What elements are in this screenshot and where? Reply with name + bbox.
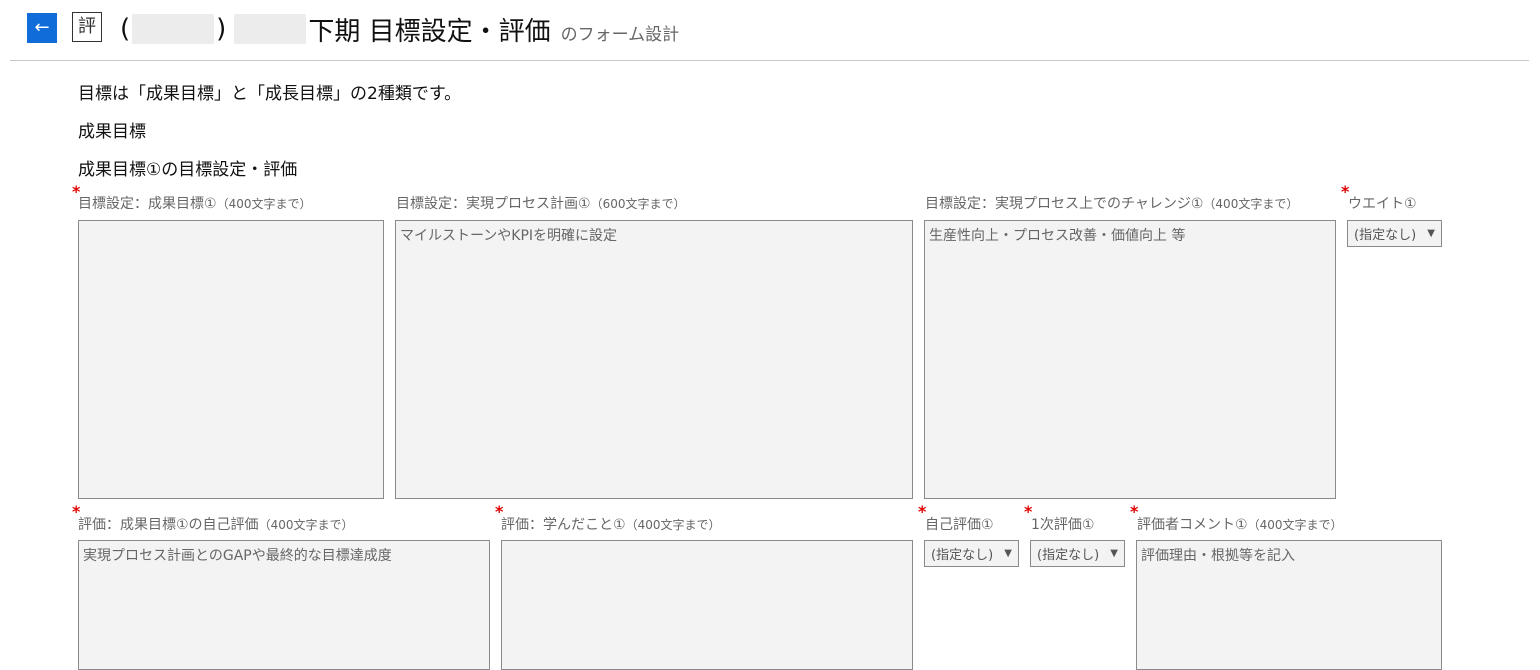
chevron-down-icon: ▼ (1004, 548, 1012, 559)
self-eval-textarea[interactable] (78, 540, 490, 670)
weight-select[interactable]: (指定なし) ▼ (1347, 220, 1442, 247)
process-label: 目標設定：実現プロセス計画①（600文字まで） (396, 196, 686, 212)
self-eval-label: 評価：成果目標①の自己評価（400文字まで） (78, 517, 354, 533)
goal-label: 目標設定：成果目標①（400文字まで） (78, 196, 312, 212)
redacted-text (234, 14, 307, 44)
challenge-label: 目標設定：実現プロセス上でのチャレンジ①（400文字まで） (925, 196, 1299, 212)
form-logo: 評 (72, 12, 102, 42)
back-button[interactable]: ← (27, 13, 57, 43)
subsection-title: 成果目標①の目標設定・評価 (78, 160, 298, 180)
first-rating-select-value: (指定なし) (1037, 548, 1100, 563)
first-rating-select[interactable]: (指定なし) ▼ (1030, 540, 1125, 567)
weight-select-value: (指定なし) (1354, 228, 1417, 243)
first-rating-label: 1次評価① (1031, 517, 1095, 533)
challenge-textarea[interactable] (924, 220, 1336, 499)
title-paren-close: ) (216, 14, 227, 44)
process-plan-textarea[interactable] (395, 220, 913, 499)
title-text: 下期 目標設定・評価 (308, 16, 551, 47)
goal-textarea[interactable] (78, 220, 384, 499)
section-title: 成果目標 (78, 122, 146, 142)
description-text: 目標は「成果目標」と「成長目標」の2種類です。 (78, 84, 462, 104)
title-subtitle: のフォーム設計 (560, 24, 680, 45)
page-title: ( ) 下期 目標設定・評価 のフォーム設計 (120, 12, 680, 47)
self-rating-select[interactable]: (指定なし) ▼ (924, 540, 1019, 567)
chevron-down-icon: ▼ (1427, 228, 1435, 239)
weight-label: ウエイト① (1348, 196, 1417, 212)
self-rating-select-value: (指定なし) (931, 548, 994, 563)
self-rating-label: 自己評価① (925, 517, 994, 533)
comment-label: 評価者コメント①（400文字まで） (1137, 517, 1343, 533)
header-divider (10, 60, 1529, 61)
learned-textarea[interactable] (501, 540, 913, 670)
learned-label: 評価：学んだこと①（400文字まで） (501, 517, 721, 533)
redacted-text (132, 14, 215, 44)
title-paren-open: ( (120, 14, 131, 44)
chevron-down-icon: ▼ (1110, 548, 1118, 559)
evaluator-comment-textarea[interactable] (1136, 540, 1442, 670)
arrow-left-icon: ← (34, 17, 50, 38)
